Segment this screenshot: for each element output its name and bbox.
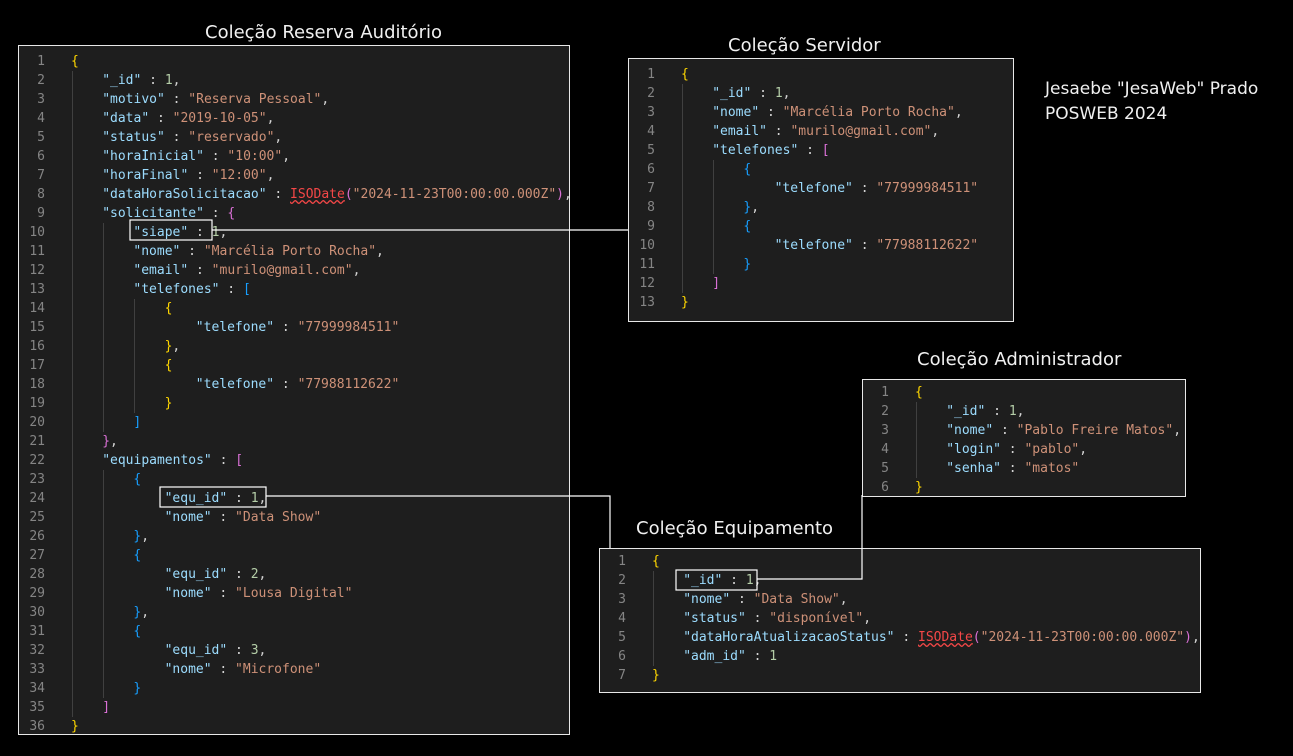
link-equ-id-equipamento bbox=[266, 495, 611, 548]
highlight-equ-id bbox=[159, 486, 267, 508]
highlight-equipamento-id bbox=[675, 569, 758, 591]
link-adm-id-administrador bbox=[757, 495, 863, 580]
relationship-links bbox=[129, 219, 863, 591]
highlight-siape bbox=[129, 219, 213, 241]
